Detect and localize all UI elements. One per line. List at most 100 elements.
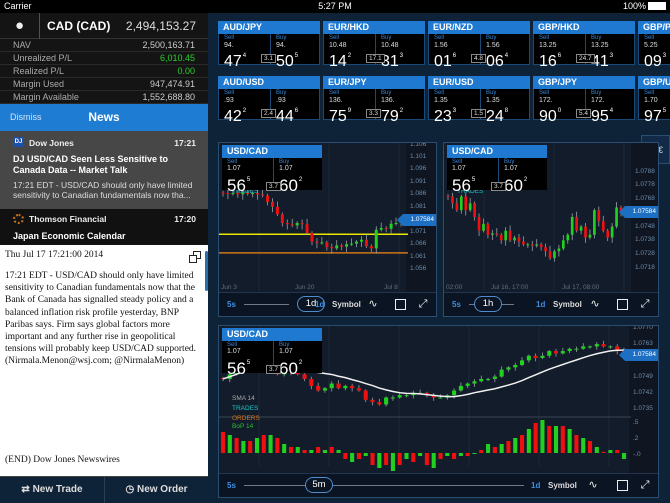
news-title: News [88,110,120,124]
news-item[interactable]: Thomson Financial 17:20 Japan Economic C… [0,209,208,245]
bop-bar [390,453,395,471]
crop-select-icon[interactable] [617,299,628,310]
buy-big-figure: 1.07 [504,165,518,172]
candle [309,378,314,386]
rate-tile[interactable]: EUR/USD Sell 1.35 233 Buy 1.35 248 1.5 [428,76,530,125]
crop-select-icon[interactable] [395,299,406,310]
sell-button[interactable]: Sell 1.70 975 [639,89,670,125]
sell-label: Sell [539,35,550,41]
quote-widget[interactable]: USD/CAD Sell 1.07 565 Buy 1.07 602 3.7 [222,145,322,195]
buy-fractional-pip: 2 [399,108,404,114]
sell-fractional-pip: 9 [347,108,352,114]
bop-bar [295,447,300,453]
candle [508,230,512,241]
max-interval-label: 1d [315,300,325,309]
sell-pips: 422 [224,103,246,125]
candle [486,223,490,235]
rate-tile[interactable]: GBP/JPY Sell 172. 900 Buy 172. 954 5.4 [533,76,635,125]
interval-slider[interactable] [244,304,289,305]
new-trade-button[interactable]: ⇄ New Trade [0,477,104,503]
sell-button[interactable]: Sell 1.07 565 [222,158,272,194]
bop-bar [336,450,341,453]
bop-bar [343,453,348,459]
candle [473,203,476,217]
chart-panel[interactable]: 1.0770 1.0763 1.0749 1.0742 1.0735 .5 .2 -.0 USD… [218,325,659,498]
rate-tile[interactable]: GBP/P Sell5.25093 Buy [638,21,670,70]
account-row-label: Unrealized P/L [13,53,73,63]
tile-pair: EUR/JPY [323,76,425,89]
scrollbar[interactable] [205,251,208,291]
battery-label: 100% [622,1,646,11]
buy-button[interactable]: Buy 136. 792 [375,89,425,125]
chart-panel[interactable]: 1.106 1.101 1.096 1.091 1.086 1.081 1.071 1.066… [218,142,437,317]
account-header[interactable]: ● CAD (CAD) 2,494,153.27 [0,13,208,39]
buy-button[interactable]: Buy 94. 505 [270,34,320,70]
candle [446,195,450,197]
interval-slider-handle[interactable]: 5m [305,477,333,493]
candle [370,399,375,403]
candle [459,196,463,211]
buy-fractional-pip: 4 [609,108,614,114]
chart-panel[interactable]: 1.0788 1.0778 1.0768 1.0748 1.0738 1.0728 1.07… [443,142,659,317]
sell-label: Sell [434,35,445,41]
interval-slider-handle[interactable]: 1h [474,296,502,312]
tile-pair: EUR/HKD [323,21,425,34]
y-tick-label: 1.0748 [635,222,655,230]
fullscreen-icon[interactable]: ⤢ [638,297,652,311]
interval-slider[interactable] [244,485,524,486]
bop-bar [356,453,361,459]
y-tick-label: 1.056 [410,265,427,273]
quote-widget[interactable]: USD/CAD Sell 1.07 565 Buy 1.07 602 3.7 [222,328,322,378]
candle [343,385,348,389]
indicator-draw-icon[interactable]: ∿ [586,478,600,492]
candle [266,195,269,202]
x-tick-label: Jun 20 [295,284,315,291]
candle [455,203,459,211]
rate-tile[interactable]: EUR/JPY Sell 136. 759 Buy 136. 792 3.3 [323,76,425,125]
bop-bar [574,435,579,453]
buy-button[interactable]: Buy .93 446 [270,89,320,125]
sell-pips: 233 [434,103,456,125]
sell-pips: 016 [434,48,456,70]
candle [305,224,309,233]
symbol-button[interactable]: Symbol [548,481,577,490]
candle [322,388,327,391]
sell-fractional-pip: 6 [557,53,562,59]
candle [553,351,559,354]
bop-bar [282,444,287,453]
rate-tile[interactable]: GBP/U Sell1.70975 Buy [638,76,670,125]
symbol-button[interactable]: Symbol [332,300,361,309]
sell-button[interactable]: Sell 5.25 093 [639,34,670,70]
crop-select-icon[interactable] [617,480,628,491]
quote-widget[interactable]: USD/CAD Sell 1.07 565 Buy 1.07 602 3.7 [447,145,547,195]
candle [567,348,572,352]
fullscreen-icon[interactable]: ⤢ [638,478,652,492]
spread-value: 3.1 [261,54,277,63]
sell-button[interactable]: Sell 1.07 565 [447,158,497,194]
fullscreen-icon[interactable]: ⤢ [416,297,430,311]
user-icon[interactable]: ● [0,13,40,39]
bop-bar [397,453,402,465]
sell-button[interactable]: Sell 1.07 565 [222,341,272,377]
indicator-draw-icon[interactable]: ∿ [366,297,380,311]
rate-tile[interactable]: AUD/JPY Sell 94. 474 Buy 94. 505 3.1 [218,21,320,70]
rate-tile[interactable]: EUR/HKD Sell 10.48 142 Buy 10.48 313 17.1 [323,21,425,70]
chart-pair: USD/CAD [447,145,547,158]
buy-button[interactable]: Buy 172. 954 [585,89,635,125]
rate-tile[interactable]: GBP/HKD Sell 13.25 166 Buy 13.25 413 24.7 [533,21,635,70]
x-tick-label: Jul 16, 17:00 [491,284,529,291]
new-order-button[interactable]: ◷ New Order [104,477,208,503]
news-item[interactable]: DJ Dow Jones 17:21 DJ USD/CAD Seen Less … [0,131,208,209]
popout-icon[interactable] [189,251,201,263]
buy-button[interactable]: Buy 1.35 248 [480,89,530,125]
sell-fractional-pip: 6 [452,53,457,59]
buy-button[interactable]: Buy 1.56 064 [480,34,530,70]
tile-pair: AUD/JPY [218,21,320,34]
rate-tile[interactable]: EUR/NZD Sell 1.56 016 Buy 1.56 064 4.8 [428,21,530,70]
symbol-button[interactable]: Symbol [553,300,582,309]
candle [560,351,565,354]
rate-tile[interactable]: AUD/USD Sell .93 422 Buy .93 446 2.4 [218,76,320,125]
indicator-draw-icon[interactable]: ∿ [588,297,602,311]
account-balance: 2,494,153.27 [125,19,196,33]
sell-fractional-pip: 4 [242,53,247,59]
